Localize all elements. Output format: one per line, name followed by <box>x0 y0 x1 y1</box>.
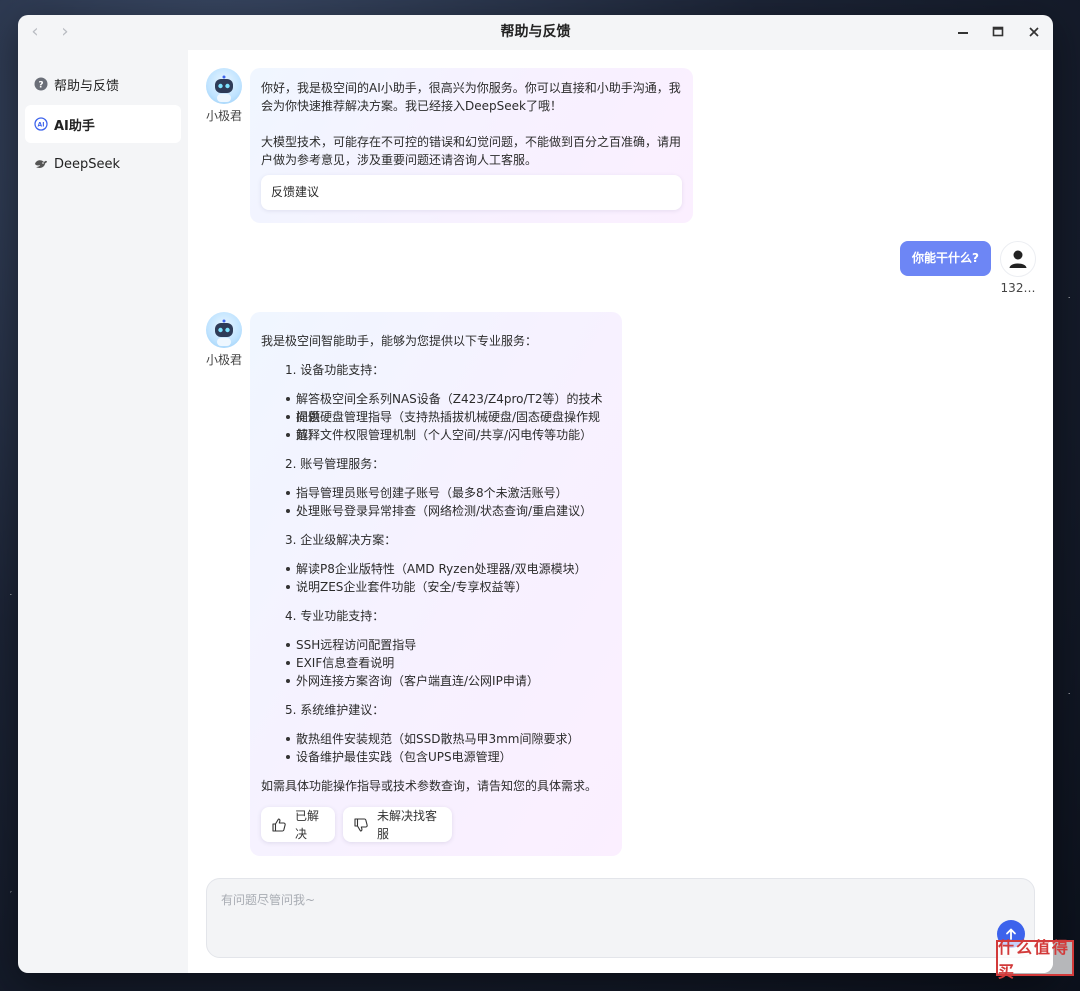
list-item: 解读P8企业版特性（AMD Ryzen处理器/双电源模块） <box>261 560 611 578</box>
list-item: EXIF信息查看说明 <box>261 654 611 672</box>
svg-text:?: ? <box>38 81 43 91</box>
greeting-text: 你好，我是极空间的AI小助手，很高兴为你服务。你可以直接和小助手沟通，我会为你快… <box>261 81 681 113</box>
section-heading: 4. 专业功能支持： <box>285 609 385 623</box>
list-item: SSH远程访问配置指导 <box>261 636 611 654</box>
user-message-bubble: 你能干什么? <box>900 241 991 276</box>
sidebar-item-label: 帮助与反馈 <box>54 78 120 94</box>
bot-avatar-block: 小极君 <box>204 68 244 124</box>
message-input-box <box>206 878 1035 958</box>
close-icon[interactable] <box>1025 23 1043 41</box>
sidebar-item-label: DeepSeek <box>54 156 121 172</box>
answer-bubble: 我是极空间智能助手，能够为您提供以下专业服务： 1. 设备功能支持： 解答极空间… <box>250 312 622 856</box>
section-list: 散热组件安装规范（如SSD散热马甲3mm间隙要求） 设备维护最佳实践（包含UPS… <box>261 730 611 766</box>
answer-outro: 如需具体功能操作指导或技术参数查询，请告知您的具体需求。 <box>261 779 598 793</box>
section-heading: 2. 账号管理服务： <box>285 457 385 471</box>
list-item: 指导管理员账号创建子账号（最多8个未激活账号） <box>261 484 611 502</box>
minimize-icon[interactable] <box>954 23 972 41</box>
list-item: 散热组件安装规范（如SSD散热马甲3mm间隙要求） <box>261 730 611 748</box>
deepseek-whale-icon <box>34 157 48 171</box>
list-item: 解释文件权限管理机制（个人空间/共享/闪电传等功能） <box>261 426 611 444</box>
section-list: SSH远程访问配置指导 EXIF信息查看说明 外网连接方案咨询（客户端直连/公网… <box>261 636 611 690</box>
section-list: 指导管理员账号创建子账号（最多8个未激活账号） 处理账号登录异常排查（网络检测/… <box>261 484 611 520</box>
section-heading: 1. 设备功能支持： <box>285 363 385 377</box>
section-list: 解读P8企业版特性（AMD Ryzen处理器/双电源模块） 说明ZES企业套件功… <box>261 560 611 596</box>
section-heading: 3. 企业级解决方案： <box>285 533 397 547</box>
maximize-icon[interactable] <box>989 23 1007 41</box>
window-title: 帮助与反馈 <box>500 24 571 40</box>
bot-avatar-block: 小极君 <box>204 312 244 368</box>
user-name: 132… <box>1000 281 1036 295</box>
sidebar: ? 帮助与反馈 AI AI助手 DeepSeek <box>18 50 188 973</box>
message-input[interactable] <box>221 891 981 931</box>
list-item: 处理账号登录异常排查（网络检测/状态查询/重启建议） <box>261 502 611 520</box>
list-item: 说明ZES企业套件功能（安全/专享权益等） <box>261 578 611 596</box>
sidebar-item-deepseek[interactable]: DeepSeek <box>25 145 181 183</box>
bot-name: 小极君 <box>205 109 242 123</box>
disclaimer-text: 大模型技术，可能存在不可控的错误和幻觉问题，不能做到百分之百准确，请用户做为参考… <box>261 135 682 167</box>
chat-panel: 小极君 你好，我是极空间的AI小助手，很高兴为你服务。你可以直接和小助手沟通，我… <box>188 50 1053 973</box>
section-heading: 5. 系统维护建议： <box>285 703 385 717</box>
bot-name: 小极君 <box>205 353 242 367</box>
ai-assistant-icon: AI <box>34 117 48 131</box>
watermark-stamp: 什么值得买 <box>996 938 1074 981</box>
unresolved-contact-service-button[interactable]: 未解决找客服 <box>343 807 452 842</box>
help-circle-icon: ? <box>34 77 48 91</box>
user-avatar <box>1000 241 1036 277</box>
svg-text:AI: AI <box>38 122 45 129</box>
resolved-button[interactable]: 已解决 <box>261 807 335 842</box>
list-item: 外网连接方案咨询（客户端直连/公网IP申请） <box>261 672 611 690</box>
sidebar-item-ai-assistant[interactable]: AI AI助手 <box>25 105 181 143</box>
list-item: 解答极空间全系列NAS设备（Z423/Z4pro/T2等）的技术问题 <box>261 390 611 424</box>
section-list: 解答极空间全系列NAS设备（Z423/Z4pro/T2等）的技术问题 提供硬盘管… <box>261 390 611 444</box>
feedback-suggestion-button[interactable]: 反馈建议 <box>261 175 682 210</box>
list-item: 设备维护最佳实践（包含UPS电源管理） <box>261 748 611 766</box>
thumbs-up-icon <box>271 817 287 833</box>
bot-avatar <box>206 312 242 348</box>
user-icon <box>1009 250 1027 268</box>
bot-avatar <box>206 68 242 104</box>
sidebar-item-label: AI助手 <box>54 118 95 134</box>
greeting-bubble: 你好，我是极空间的AI小助手，很高兴为你服务。你可以直接和小助手沟通，我会为你快… <box>250 68 693 223</box>
resolved-label: 已解决 <box>295 808 320 841</box>
sidebar-item-help-feedback[interactable]: ? 帮助与反馈 <box>25 65 181 103</box>
title-bar: ‹ › 帮助与反馈 <box>18 15 1053 50</box>
thumbs-down-icon <box>353 817 369 833</box>
answer-intro: 我是极空间智能助手，能够为您提供以下专业服务： <box>261 334 538 348</box>
list-item: 提供硬盘管理指导（支持热插拔机械硬盘/固态硬盘操作规范） <box>261 408 611 442</box>
app-window: ‹ › 帮助与反馈 ? 帮助与反馈 AI AI助手 DeepSeek 小极君 你… <box>18 15 1053 973</box>
unresolved-label: 未解决找客服 <box>377 808 438 841</box>
